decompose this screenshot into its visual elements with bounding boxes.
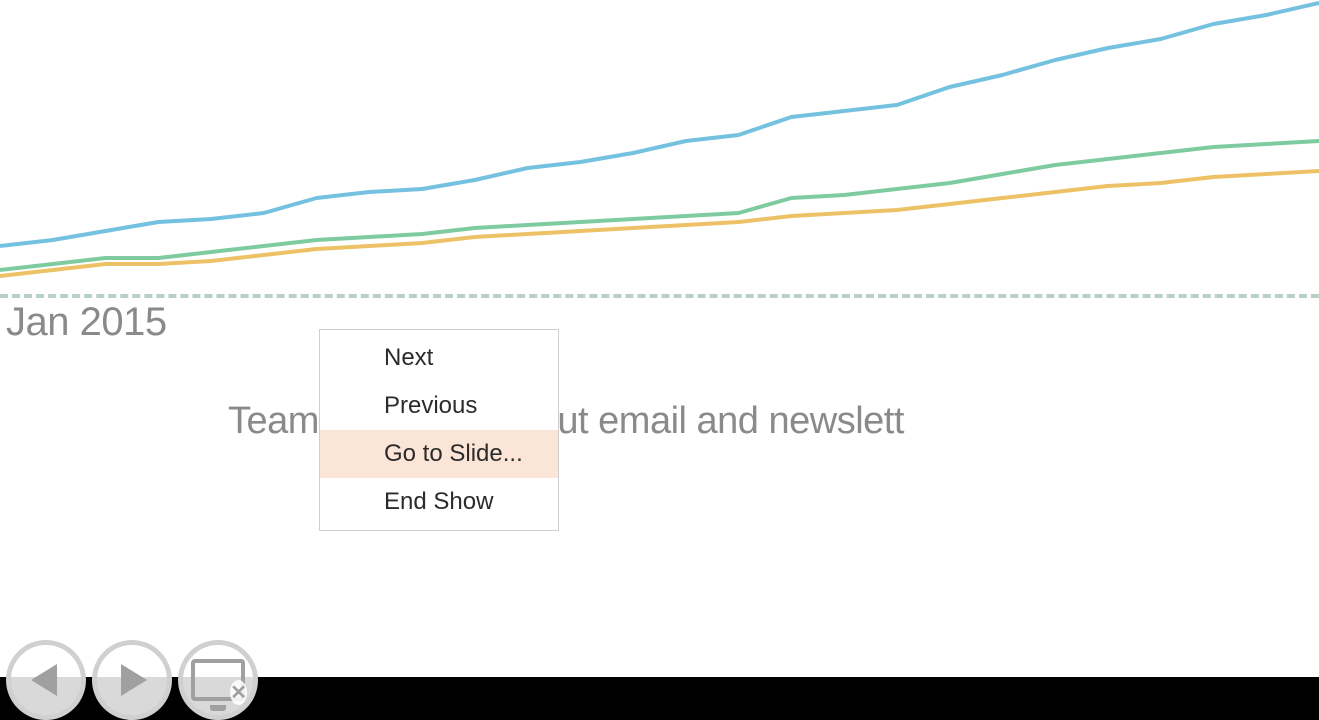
chart-baseline bbox=[0, 294, 1319, 298]
series-green bbox=[0, 141, 1319, 270]
x-axis-start-label: Jan 2015 bbox=[6, 300, 167, 345]
trend-chart bbox=[0, 0, 1319, 300]
series-yellow bbox=[0, 171, 1319, 276]
menu-item-end-show[interactable]: End Show bbox=[320, 478, 558, 526]
menu-item-next[interactable]: Next bbox=[320, 334, 558, 382]
previous-slide-button[interactable] bbox=[6, 640, 86, 720]
menu-item-previous[interactable]: Previous bbox=[320, 382, 558, 430]
end-show-button[interactable] bbox=[178, 640, 258, 720]
next-slide-button[interactable] bbox=[92, 640, 172, 720]
arrow-right-icon bbox=[121, 664, 147, 696]
slideshow-context-menu: Next Previous Go to Slide... End Show bbox=[319, 329, 559, 531]
menu-item-go-to-slide[interactable]: Go to Slide... bbox=[320, 430, 558, 478]
series-blue bbox=[0, 3, 1319, 246]
end-show-icon bbox=[191, 659, 245, 701]
arrow-left-icon bbox=[31, 664, 57, 696]
